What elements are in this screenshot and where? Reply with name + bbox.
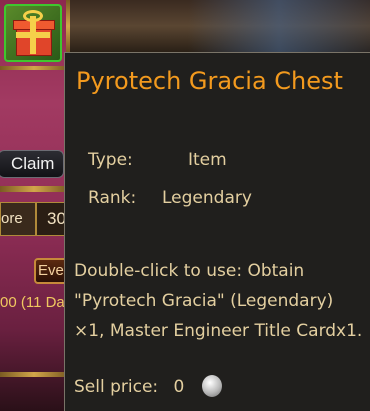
gold-frame-edge (66, 0, 70, 52)
rank-value: Legendary (162, 188, 252, 208)
silver-coin-icon (202, 375, 222, 397)
sell-price: Sell price: 0 (74, 377, 184, 397)
gold-divider (0, 66, 68, 70)
gold-divider (0, 372, 68, 377)
score-label-cell: ore (0, 202, 36, 236)
pyrotech-gracia-chest-slot[interactable] (4, 4, 62, 62)
gold-divider (0, 186, 68, 192)
event-button[interactable]: Eve (34, 258, 68, 284)
rank-label: Rank: (88, 188, 137, 208)
type-label: Type: (88, 150, 133, 170)
type-value: Item (188, 150, 227, 170)
claim-button[interactable]: Claim (0, 150, 64, 178)
top-frame-background (68, 0, 370, 52)
item-tooltip: Pyrotech Gracia Chest Type: Item Rank: L… (64, 52, 370, 411)
item-title: Pyrotech Gracia Chest (76, 67, 343, 95)
sell-price-label: Sell price: (74, 377, 159, 397)
score-label-text: ore (1, 210, 23, 227)
item-description: Double-click to use: Obtain "Pyrotech Gr… (74, 261, 363, 341)
sell-price-value: 0 (173, 377, 185, 397)
duration-text: 00 (11 Da (0, 294, 65, 311)
claim-button-label: Claim (11, 154, 55, 173)
event-button-label: Eve (38, 262, 64, 279)
